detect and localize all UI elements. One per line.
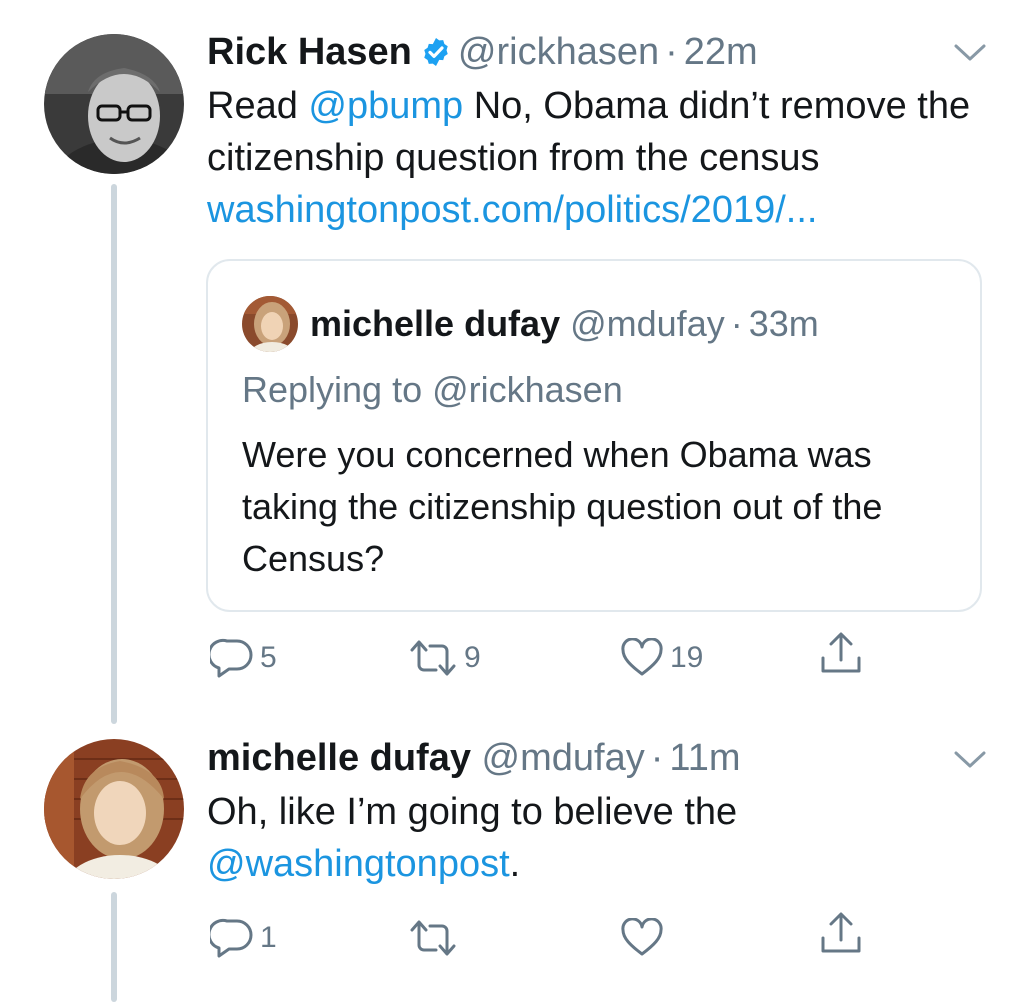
author-handle[interactable]: @mdufay bbox=[482, 737, 645, 779]
reply-button[interactable]: 5 bbox=[210, 636, 277, 680]
reply-count: 1 bbox=[260, 921, 277, 954]
author-handle[interactable]: @rickhasen bbox=[458, 31, 659, 73]
chevron-down-icon[interactable] bbox=[953, 42, 987, 64]
separator-dot: · bbox=[665, 31, 678, 73]
retweet-count: 9 bbox=[464, 641, 481, 674]
share-button[interactable] bbox=[818, 632, 864, 676]
tweet-text: Read @pbump No, Obama didn’t remove the … bbox=[207, 80, 997, 236]
mention-link[interactable]: @washingtonpost bbox=[207, 843, 510, 885]
retweet-icon bbox=[408, 638, 458, 678]
retweet-button[interactable]: 9 bbox=[408, 636, 481, 680]
like-button[interactable]: 19 bbox=[620, 636, 703, 680]
quoted-tweet-text: Were you concerned when Obama was taking… bbox=[242, 434, 883, 579]
tweet-text-main: Oh, like I’m going to believe the bbox=[207, 791, 738, 833]
like-icon bbox=[620, 918, 664, 958]
reply-button[interactable]: 1 bbox=[210, 916, 277, 960]
reply-icon bbox=[210, 918, 254, 958]
tweet-header: michelle dufay @mdufay · 11m bbox=[207, 736, 741, 780]
author-name[interactable]: Rick Hasen bbox=[207, 31, 412, 73]
share-button[interactable] bbox=[818, 912, 864, 956]
retweet-icon bbox=[408, 918, 458, 958]
quoted-tweet-timestamp: 33m bbox=[748, 303, 819, 344]
reply-icon bbox=[210, 638, 254, 678]
reply-count: 5 bbox=[260, 641, 277, 674]
quoted-author-avatar bbox=[242, 296, 298, 352]
quoted-author-handle: @mdufay bbox=[570, 303, 725, 344]
quoted-tweet-header: michelle dufay @mdufay · 33m bbox=[310, 303, 819, 345]
avatar-michelle-dufay[interactable] bbox=[44, 739, 184, 879]
tweet-timestamp[interactable]: 11m bbox=[669, 737, 740, 779]
thread-line bbox=[111, 184, 117, 724]
share-icon bbox=[818, 630, 864, 678]
thread-line bbox=[111, 892, 117, 1002]
tweet-text-end: . bbox=[509, 843, 521, 885]
share-icon bbox=[818, 910, 864, 958]
like-count: 19 bbox=[670, 641, 704, 674]
tweet-text: Oh, like I’m going to believe the @washi… bbox=[207, 786, 997, 890]
mention-link[interactable]: @pbump bbox=[308, 85, 463, 127]
replying-to-label: Replying to @rickhasen bbox=[242, 369, 623, 410]
verified-badge-icon bbox=[420, 36, 452, 68]
quoted-tweet-card[interactable]: michelle dufay @mdufay · 33m Replying to @… bbox=[206, 259, 982, 612]
separator-dot: · bbox=[650, 737, 664, 779]
retweet-button[interactable] bbox=[408, 916, 458, 960]
chevron-down-icon[interactable] bbox=[953, 749, 987, 771]
tweet-text-prefix: Read bbox=[207, 85, 309, 127]
tweet-header: Rick Hasen @rickhasen · 22m bbox=[207, 30, 758, 74]
article-link[interactable]: washingtonpost.com/politics/2019/... bbox=[207, 189, 817, 231]
like-button[interactable] bbox=[620, 916, 664, 960]
tweet-timestamp[interactable]: 22m bbox=[684, 31, 758, 73]
like-icon bbox=[620, 638, 664, 678]
author-name[interactable]: michelle dufay bbox=[207, 737, 471, 779]
quoted-author-name: michelle dufay bbox=[310, 303, 561, 344]
avatar-rick-hasen[interactable] bbox=[44, 34, 184, 174]
separator-dot: · bbox=[730, 303, 743, 344]
